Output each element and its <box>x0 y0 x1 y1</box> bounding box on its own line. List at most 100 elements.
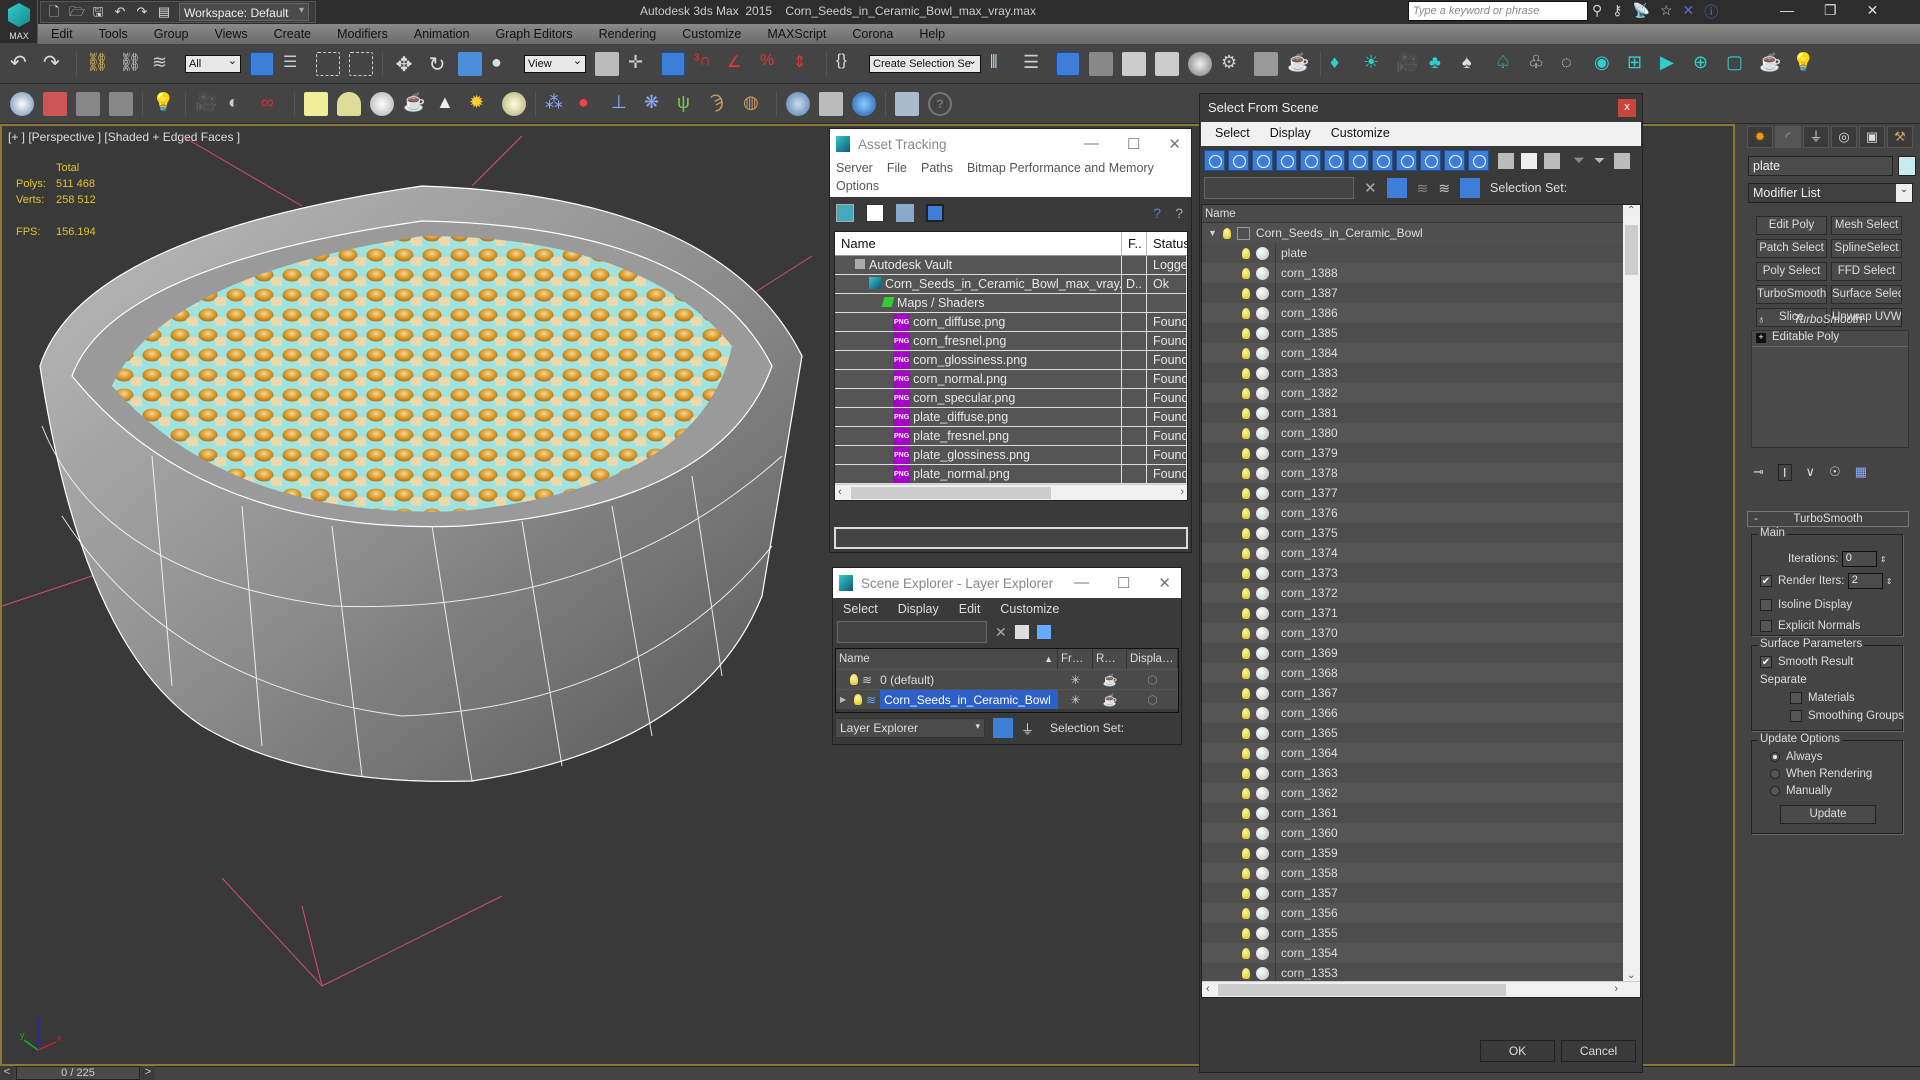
visibility-bulb-icon[interactable] <box>1242 267 1250 279</box>
hidden-filter-icon[interactable] <box>1468 150 1489 171</box>
update-always-radio[interactable] <box>1770 751 1780 762</box>
make-unique-icon[interactable]: ∨ <box>1806 464 1816 481</box>
sphere-light-icon[interactable] <box>370 92 394 116</box>
object-name-input[interactable]: plate <box>1748 156 1893 176</box>
vray-sphere-icon[interactable]: ◌ <box>1561 52 1585 76</box>
asset-row[interactable]: Maps / Shaders <box>835 294 1187 313</box>
vray-camera-icon[interactable]: 🎥 <box>1396 52 1420 76</box>
vray-teapot-icon[interactable]: ☕ <box>1759 52 1783 76</box>
new-file-icon[interactable]: 🗋 <box>47 5 61 19</box>
object-row[interactable]: corn_1388 <box>1202 263 1625 283</box>
visibility-bulb-icon[interactable] <box>1242 427 1250 439</box>
object-color-swatch[interactable] <box>1898 156 1916 176</box>
menu-server[interactable]: Server <box>836 161 873 175</box>
object-row[interactable]: corn_1386 <box>1202 303 1625 323</box>
update-manually-radio[interactable] <box>1770 785 1780 796</box>
light-lister-icon[interactable]: 💡 <box>152 92 176 116</box>
object-row[interactable]: plate <box>1202 243 1625 263</box>
align-icon[interactable]: ☰ <box>1023 52 1047 76</box>
scroll-left-icon[interactable]: ‹ <box>1206 983 1210 995</box>
select-manipulate-icon[interactable]: ✛ <box>628 52 652 76</box>
visibility-bulb-icon[interactable] <box>1242 647 1250 659</box>
lightbulb-icon[interactable]: ♁ <box>1757 314 1766 326</box>
teapot-icon[interactable] <box>10 92 34 116</box>
toolbar-options-icon[interactable] <box>1614 152 1631 169</box>
clear-find-icon[interactable]: ✕ <box>1364 179 1377 197</box>
cone-icon[interactable]: ▲ <box>436 92 460 116</box>
object-row[interactable]: corn_1385 <box>1202 323 1625 343</box>
spinner-arrows-icon[interactable]: ⇕ <box>1880 555 1887 564</box>
object-row[interactable]: corn_1369 <box>1202 643 1625 663</box>
utilities-tab-icon[interactable]: ⚒ <box>1887 126 1913 148</box>
explicit-normals-checkbox[interactable] <box>1760 620 1772 632</box>
snaps-toggle-icon[interactable]: ³∩ <box>694 52 718 76</box>
object-row[interactable]: corn_1380 <box>1202 423 1625 443</box>
object-row[interactable]: corn_1381 <box>1202 403 1625 423</box>
layers-icon[interactable]: ≋ <box>1438 180 1450 197</box>
layer-mode-icon[interactable] <box>993 718 1013 738</box>
vray-tree-icon[interactable]: ♤ <box>1495 52 1519 76</box>
exchange-icon[interactable]: ✕ <box>1683 2 1695 22</box>
angle-snap-icon[interactable]: ∠ <box>727 52 751 76</box>
undo-icon[interactable]: ↶ <box>10 52 34 76</box>
list-view-icon[interactable] <box>866 204 884 222</box>
visibility-bulb-icon[interactable] <box>1242 367 1250 379</box>
render-iters-checkbox[interactable]: ✔ <box>1760 575 1772 587</box>
scroll-right-icon[interactable]: › <box>1614 983 1618 995</box>
menu-rendering[interactable]: Rendering <box>586 27 670 41</box>
redo-icon[interactable]: ↷ <box>135 5 149 19</box>
smoothing-groups-checkbox[interactable] <box>1790 710 1802 722</box>
materials-checkbox[interactable] <box>1790 692 1802 704</box>
bowl-icon[interactable]: ☕ <box>403 92 427 116</box>
help-globe-icon[interactable]: ? <box>1153 205 1161 221</box>
rectangular-selection-icon[interactable] <box>316 52 340 76</box>
menu-customize[interactable]: Customize <box>1000 602 1059 616</box>
visibility-bulb-icon[interactable] <box>1242 347 1250 359</box>
material-map-icon[interactable] <box>819 92 843 116</box>
object-row[interactable]: corn_1364 <box>1202 743 1625 763</box>
visibility-bulb-icon[interactable] <box>1242 527 1250 539</box>
menu-bitmap-performance[interactable]: Bitmap Performance and Memory <box>967 161 1154 175</box>
project-folder-icon[interactable]: ▤ <box>157 5 171 19</box>
display-all-icon[interactable] <box>1498 152 1514 169</box>
menu-animation[interactable]: Animation <box>401 27 483 41</box>
hierarchy-tab-icon[interactable]: ⏚ <box>1803 126 1829 148</box>
asset-row[interactable]: PNG corn_normal.png Found <box>835 370 1187 389</box>
menu-paths[interactable]: Paths <box>921 161 953 175</box>
menu-help[interactable]: Help <box>906 27 958 41</box>
time-slider[interactable]: 0 / 225 <box>16 1066 140 1080</box>
save-icon[interactable]: 🖫 <box>91 5 105 19</box>
object-row[interactable]: corn_1375 <box>1202 523 1625 543</box>
column-name[interactable]: Name ▲ <box>836 649 1058 669</box>
visibility-bulb-icon[interactable] <box>1242 307 1250 319</box>
helpers-filter-icon[interactable] <box>1300 150 1321 171</box>
object-row[interactable]: corn_1384 <box>1202 343 1625 363</box>
menu-create[interactable]: Create <box>261 27 325 41</box>
camera-icon[interactable]: 🎥 <box>195 92 219 116</box>
scrollbar-thumb[interactable] <box>1218 984 1506 996</box>
render-production-icon[interactable]: ☕ <box>1287 52 1311 76</box>
asset-row[interactable]: PNG corn_fresnel.png Found <box>835 332 1187 351</box>
visibility-bulb-icon[interactable] <box>1242 727 1250 739</box>
asset-row[interactable]: PNG plate_diffuse.png Found <box>835 408 1187 427</box>
minimize-icon[interactable]: — <box>1084 135 1099 153</box>
object-row[interactable]: corn_1372 <box>1202 583 1625 603</box>
select-by-name-icon[interactable]: ☰ <box>283 52 307 76</box>
select-object-icon[interactable] <box>250 52 274 76</box>
close-icon[interactable]: ✕ <box>1867 2 1879 19</box>
menu-select[interactable]: Select <box>843 602 878 616</box>
render-iters-spinner[interactable]: 2 <box>1847 573 1883 589</box>
material-editor-icon[interactable] <box>1188 52 1212 76</box>
object-row[interactable]: corn_1378 <box>1202 463 1625 483</box>
turbosmooth-rollout-header[interactable]: - TurboSmooth <box>1747 511 1909 527</box>
scatter-icon[interactable]: ❋ <box>644 92 668 116</box>
layers-dim-icon[interactable]: ≋ <box>1417 180 1429 197</box>
visibility-bulb-icon[interactable] <box>1242 667 1250 679</box>
bones-filter-icon[interactable] <box>1396 150 1417 171</box>
table-view-icon[interactable] <box>926 204 944 222</box>
visibility-bulb-icon[interactable] <box>1242 587 1250 599</box>
object-row[interactable]: corn_1377 <box>1202 483 1625 503</box>
selection-filter-dropdown[interactable]: All <box>185 54 241 73</box>
rotate-icon[interactable]: ↻ <box>425 52 449 76</box>
display-tab-icon[interactable]: ▣ <box>1859 126 1885 148</box>
